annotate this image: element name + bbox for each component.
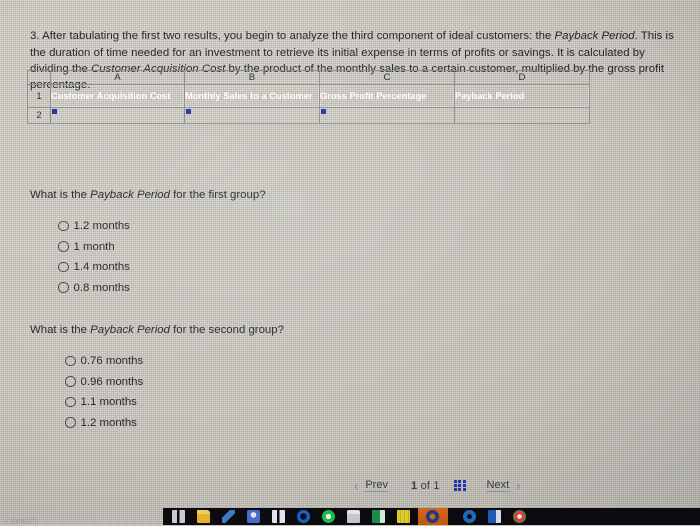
sticky-notes-icon[interactable]: [397, 510, 410, 523]
intro-part-1: After tabulating the first two results, …: [42, 30, 555, 43]
option-label: 0.96 months: [80, 375, 144, 388]
edge-icon[interactable]: [463, 510, 476, 523]
spreadsheet-header-row: 1 Customer Acquisition Cost Monthly Sale…: [27, 84, 590, 108]
page-content: 3. After tabulating the first two result…: [0, 0, 700, 525]
excel-icon[interactable]: [372, 510, 385, 523]
bluetooth-devices-icon[interactable]: [272, 510, 285, 523]
radio-button-icon[interactable]: [65, 376, 76, 387]
chevron-right-icon[interactable]: ›: [510, 478, 526, 493]
option-label: 1.2 months: [80, 416, 137, 429]
whatsapp-icon[interactable]: [322, 510, 335, 523]
spreadsheet-column-header-row: A B C D: [27, 70, 590, 85]
question-2-option-2[interactable]: 0.96 months: [65, 376, 284, 388]
question-1-option-4[interactable]: 0.8 months: [58, 282, 266, 294]
cell-b2-input[interactable]: [184, 107, 320, 124]
radio-button-icon[interactable]: [65, 396, 76, 408]
column-letter-d[interactable]: D: [454, 70, 590, 85]
spreadsheet-table[interactable]: A B C D 1 Customer Acquisition Cost Mont…: [27, 70, 590, 124]
next-page-button[interactable]: Next: [485, 479, 511, 492]
intro-emphasis-payback-period: Payback Period: [554, 30, 635, 43]
page-counter: 1 of 1: [411, 480, 440, 492]
question-1-prefix: What is the: [30, 189, 91, 201]
radio-button-icon[interactable]: [58, 261, 69, 273]
radio-button-icon[interactable]: [65, 417, 76, 428]
word-icon[interactable]: [488, 510, 501, 523]
option-label: 1.4 months: [73, 261, 130, 273]
question-2-option-4[interactable]: 1.2 months: [65, 417, 284, 429]
column-letter-a[interactable]: A: [50, 70, 185, 85]
question-1-option-3[interactable]: 1.4 months: [58, 261, 266, 273]
page-counter-current: 1: [410, 479, 418, 492]
column-letter-b[interactable]: B: [184, 70, 320, 85]
question-2-suffix: for the second group?: [169, 324, 284, 336]
radio-button-icon[interactable]: [58, 282, 69, 293]
question-2-block: What is the Payback Period for the secon…: [30, 324, 284, 437]
radio-button-icon[interactable]: [65, 355, 76, 367]
question-1-option-1[interactable]: 1.2 months: [58, 220, 266, 232]
spreadsheet-corner-cell: [27, 70, 51, 85]
question-2-text: What is the Payback Period for the secon…: [30, 324, 284, 336]
chrome-icon[interactable]: [513, 510, 526, 523]
question-1-suffix: for the first group?: [169, 189, 266, 201]
question-2-option-3[interactable]: 1.1 months: [65, 396, 284, 408]
radio-button-icon[interactable]: [58, 220, 69, 232]
option-label: 1 month: [73, 240, 115, 253]
column-letter-c[interactable]: C: [319, 70, 455, 85]
option-label: 1.1 months: [80, 396, 137, 408]
chevron-left-icon[interactable]: ‹: [348, 478, 364, 493]
header-cell-customer-acquisition-cost: Customer Acquisition Cost: [50, 84, 185, 108]
option-label: 1.2 months: [73, 220, 130, 232]
cell-c2-input[interactable]: [319, 107, 455, 124]
teams-icon[interactable]: [247, 510, 260, 523]
cortana-icon[interactable]: [297, 510, 310, 523]
task-view-icon[interactable]: [172, 510, 185, 523]
pen-tool-icon[interactable]: [222, 510, 235, 523]
row-number-2[interactable]: 2: [27, 107, 51, 124]
grid-view-icon[interactable]: [453, 479, 466, 492]
header-cell-monthly-sales: Monthly Sales to a Customer: [184, 84, 320, 108]
question-2-emphasis: Payback Period: [90, 324, 170, 336]
question-1-block: What is the Payback Period for the first…: [30, 189, 266, 302]
question-2-prefix: What is the: [30, 324, 91, 336]
option-label: 0.8 months: [73, 281, 130, 294]
intro-number: 3.: [30, 30, 40, 43]
header-cell-gross-profit-percentage: Gross Profit Percentage: [319, 84, 455, 108]
page-counter-separator: of: [420, 479, 431, 492]
page-counter-total: 1: [433, 479, 440, 492]
row-number-1[interactable]: 1: [27, 84, 51, 108]
question-1-emphasis: Payback Period: [90, 189, 170, 201]
question-2-option-1[interactable]: 0.76 months: [65, 355, 284, 367]
cell-a2-input[interactable]: [50, 107, 185, 124]
radio-button-icon[interactable]: [58, 241, 69, 252]
header-cell-payback-period: Payback Period: [454, 84, 590, 108]
option-label: 0.76 months: [80, 355, 144, 367]
question-1-options: 1.2 months 1 month 1.4 months 0.8 months: [30, 220, 266, 294]
pagination-bar: ‹ Prev 1 of 1 Next ›: [348, 478, 526, 493]
microsoft-store-icon[interactable]: [347, 510, 360, 523]
cell-d2-input[interactable]: [454, 107, 590, 124]
chegg-icon[interactable]: [426, 510, 439, 523]
spreadsheet-input-row[interactable]: 2: [27, 107, 590, 124]
question-1-text: What is the Payback Period for the first…: [30, 189, 266, 201]
windows-taskbar[interactable]: [163, 508, 700, 525]
file-explorer-icon[interactable]: [197, 510, 210, 523]
question-2-options: 0.76 months 0.96 months 1.1 months 1.2 m…: [30, 355, 284, 429]
question-1-option-2[interactable]: 1 month: [58, 241, 266, 253]
prev-page-button[interactable]: Prev: [364, 479, 389, 492]
